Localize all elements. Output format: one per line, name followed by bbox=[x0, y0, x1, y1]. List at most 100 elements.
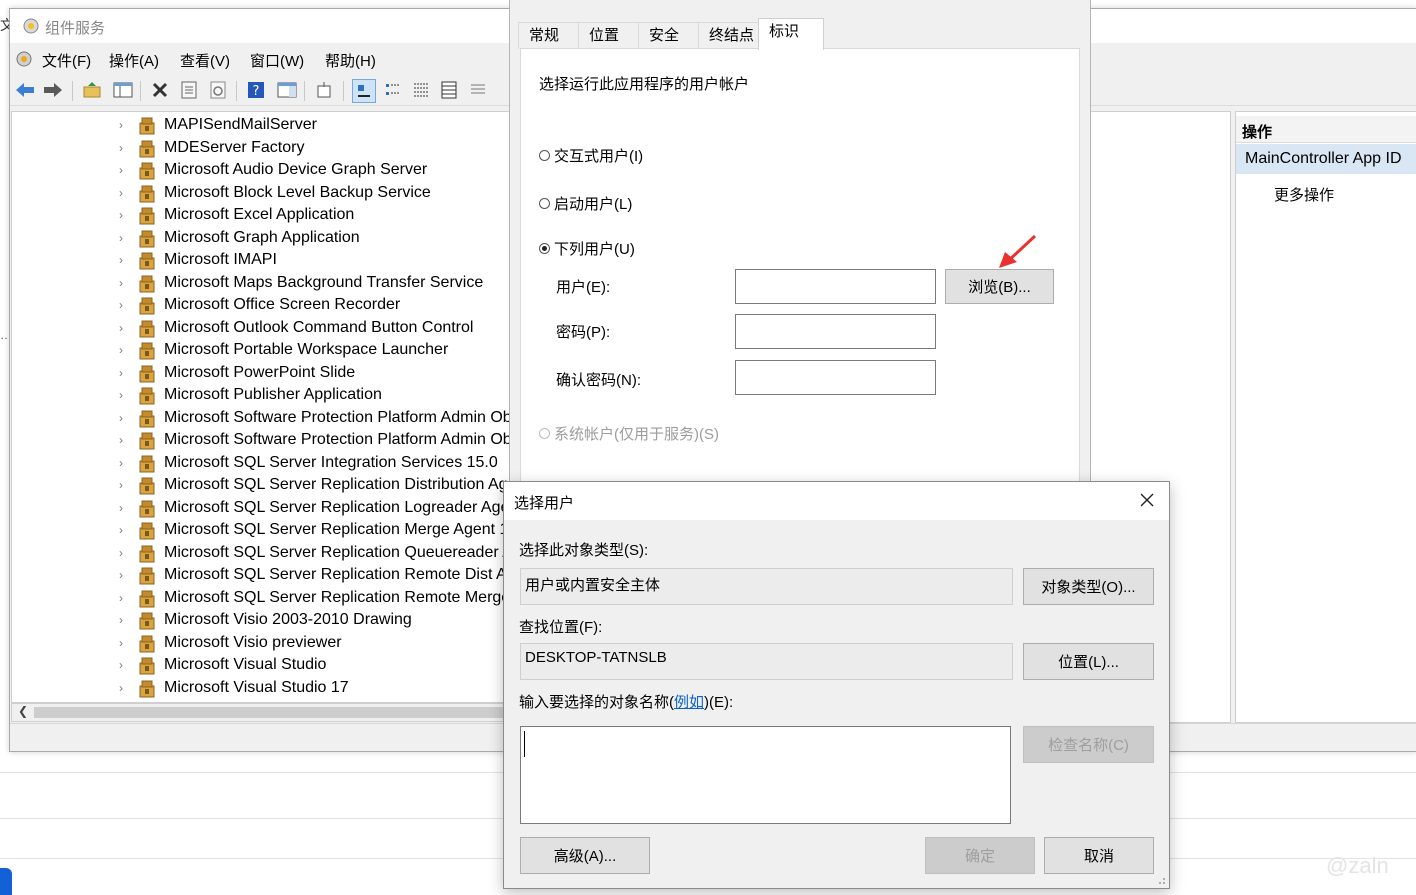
list-view-icon[interactable] bbox=[410, 79, 432, 101]
tree-item[interactable]: › Microsoft Audio Device Graph Server bbox=[12, 160, 514, 182]
expand-chevron-icon[interactable]: › bbox=[119, 277, 131, 289]
expand-chevron-icon[interactable]: › bbox=[119, 659, 131, 671]
expand-chevron-icon[interactable]: › bbox=[119, 232, 131, 244]
tab-location[interactable]: 位置 bbox=[578, 22, 644, 49]
expand-chevron-icon[interactable]: › bbox=[119, 479, 131, 491]
delete-icon[interactable] bbox=[149, 79, 171, 101]
expand-chevron-icon[interactable]: › bbox=[119, 164, 131, 176]
small-icons-view-icon[interactable] bbox=[382, 79, 404, 101]
tree-view[interactable]: › MAPISendMailServer › MDEServer Factory › Mi… bbox=[11, 111, 515, 703]
cancel-button[interactable]: 取消 bbox=[1044, 837, 1154, 874]
expand-chevron-icon[interactable]: › bbox=[119, 502, 131, 514]
help-icon[interactable]: ? bbox=[245, 79, 267, 101]
object-types-button[interactable]: 对象类型(O)... bbox=[1023, 568, 1154, 605]
new-item-icon[interactable] bbox=[313, 79, 335, 101]
expand-chevron-icon[interactable]: › bbox=[119, 592, 131, 604]
expand-chevron-icon[interactable]: › bbox=[119, 367, 131, 379]
close-icon[interactable] bbox=[1137, 490, 1157, 510]
expand-chevron-icon[interactable]: › bbox=[119, 322, 131, 334]
tree-item[interactable]: › Microsoft SQL Server Replication Queuer… bbox=[12, 543, 514, 565]
tree-item[interactable]: › Microsoft Outlook Command Button Contro… bbox=[12, 318, 514, 340]
tree-item[interactable]: › Microsoft Block Level Backup Service bbox=[12, 183, 514, 205]
expand-chevron-icon[interactable]: › bbox=[119, 389, 131, 401]
resize-grip-icon[interactable] bbox=[1156, 875, 1166, 885]
expand-chevron-icon[interactable]: › bbox=[119, 569, 131, 581]
radio-button[interactable] bbox=[539, 198, 550, 209]
tree-item[interactable]: › Microsoft Visio 2003-2010 Drawing bbox=[12, 610, 514, 632]
system-menu-icon[interactable] bbox=[14, 49, 34, 69]
menu-view[interactable]: 查看(V) bbox=[180, 50, 230, 71]
tree-item[interactable]: › MAPISendMailServer bbox=[12, 115, 514, 137]
radio-button[interactable] bbox=[539, 150, 550, 161]
expand-chevron-icon[interactable]: › bbox=[119, 457, 131, 469]
tree-item[interactable]: › Microsoft SQL Server Replication Remote… bbox=[12, 588, 514, 610]
user-field[interactable] bbox=[735, 269, 936, 304]
properties-icon[interactable] bbox=[178, 79, 200, 101]
browse-button[interactable]: 浏览(B)... bbox=[945, 269, 1054, 304]
show-action-pane-icon[interactable] bbox=[276, 79, 298, 101]
confirm-password-field[interactable] bbox=[735, 360, 936, 395]
radio-button-selected[interactable] bbox=[539, 243, 550, 254]
menu-file[interactable]: 文件(F) bbox=[42, 50, 91, 71]
expand-chevron-icon[interactable]: › bbox=[119, 434, 131, 446]
advanced-button[interactable]: 高级(A)... bbox=[520, 837, 650, 874]
expand-chevron-icon[interactable]: › bbox=[119, 299, 131, 311]
examples-link[interactable]: 例如 bbox=[674, 694, 704, 711]
show-hide-tree-icon[interactable] bbox=[112, 79, 134, 101]
tree-item[interactable]: › Microsoft Visual Studio 17 bbox=[12, 678, 514, 700]
object-names-input[interactable] bbox=[520, 726, 1011, 824]
tree-item[interactable]: › Microsoft Publisher Application bbox=[12, 385, 514, 407]
tree-item[interactable]: › Microsoft Excel Application bbox=[12, 205, 514, 227]
radio-button[interactable] bbox=[539, 428, 550, 439]
tree-item[interactable]: › Microsoft IMAPI bbox=[12, 250, 514, 272]
large-icons-view-icon[interactable] bbox=[352, 79, 376, 103]
expand-chevron-icon[interactable]: › bbox=[119, 344, 131, 356]
tree-item[interactable]: › Microsoft SQL Server Replication Remote… bbox=[12, 565, 514, 587]
tree-item[interactable]: › Microsoft SQL Server Replication Merge … bbox=[12, 520, 514, 542]
tree-item[interactable]: › Microsoft Office Screen Recorder bbox=[12, 295, 514, 317]
radio-launching-user[interactable]: 启动用户(L) bbox=[539, 193, 632, 214]
refresh-icon[interactable] bbox=[207, 79, 229, 101]
ok-button[interactable]: 确定 bbox=[925, 837, 1035, 874]
tree-item[interactable]: › MDEServer Factory bbox=[12, 138, 514, 160]
expand-chevron-icon[interactable]: › bbox=[119, 254, 131, 266]
locations-button[interactable]: 位置(L)... bbox=[1023, 643, 1154, 680]
expand-chevron-icon[interactable]: › bbox=[119, 142, 131, 154]
back-arrow-icon[interactable] bbox=[14, 79, 36, 101]
tree-item[interactable]: › Microsoft Portable Workspace Launcher bbox=[12, 340, 514, 362]
expand-chevron-icon[interactable]: › bbox=[119, 524, 131, 536]
expand-chevron-icon[interactable]: › bbox=[119, 209, 131, 221]
configure-view-icon[interactable] bbox=[467, 79, 489, 101]
forward-arrow-icon[interactable] bbox=[42, 79, 64, 101]
scrollbar-thumb[interactable] bbox=[34, 707, 504, 718]
taskbar-corner[interactable] bbox=[0, 868, 12, 895]
tree-item[interactable]: › Microsoft Software Protection Platform … bbox=[12, 408, 514, 430]
up-folder-icon[interactable] bbox=[81, 79, 103, 101]
expand-chevron-icon[interactable]: › bbox=[119, 119, 131, 131]
tree-item[interactable]: › Microsoft SQL Server Replication Distri… bbox=[12, 475, 514, 497]
radio-system-account[interactable]: 系统帐户(仅用于服务)(S) bbox=[539, 423, 719, 444]
radio-this-user[interactable]: 下列用户(U) bbox=[539, 238, 635, 259]
check-names-button[interactable]: 检查名称(C) bbox=[1023, 726, 1154, 763]
expand-chevron-icon[interactable]: › bbox=[119, 637, 131, 649]
tree-item[interactable]: › Microsoft Software Protection Platform … bbox=[12, 430, 514, 452]
detail-view-icon[interactable] bbox=[438, 79, 460, 101]
actions-selected-item[interactable]: MainController App ID bbox=[1236, 144, 1416, 174]
menu-action[interactable]: 操作(A) bbox=[109, 50, 159, 71]
tree-item[interactable]: › Microsoft Maps Background Transfer Serv… bbox=[12, 273, 514, 295]
tree-item[interactable]: › Microsoft PowerPoint Slide bbox=[12, 363, 514, 385]
scroll-left-icon[interactable]: ❮ bbox=[18, 704, 28, 718]
menu-window[interactable]: 窗口(W) bbox=[250, 50, 304, 71]
expand-chevron-icon[interactable]: › bbox=[119, 614, 131, 626]
expand-chevron-icon[interactable]: › bbox=[119, 187, 131, 199]
menu-help[interactable]: 帮助(H) bbox=[325, 50, 376, 71]
expand-chevron-icon[interactable]: › bbox=[119, 412, 131, 424]
expand-chevron-icon[interactable]: › bbox=[119, 547, 131, 559]
tab-general[interactable]: 常规 bbox=[518, 22, 584, 49]
more-actions-link[interactable]: 更多操作 bbox=[1274, 184, 1334, 205]
password-field[interactable] bbox=[735, 314, 936, 349]
expand-chevron-icon[interactable]: › bbox=[119, 682, 131, 694]
tree-item[interactable]: › Microsoft Graph Application bbox=[12, 228, 514, 250]
tab-identity[interactable]: 标识 bbox=[758, 18, 824, 50]
tree-item[interactable]: › Microsoft Visio previewer bbox=[12, 633, 514, 655]
